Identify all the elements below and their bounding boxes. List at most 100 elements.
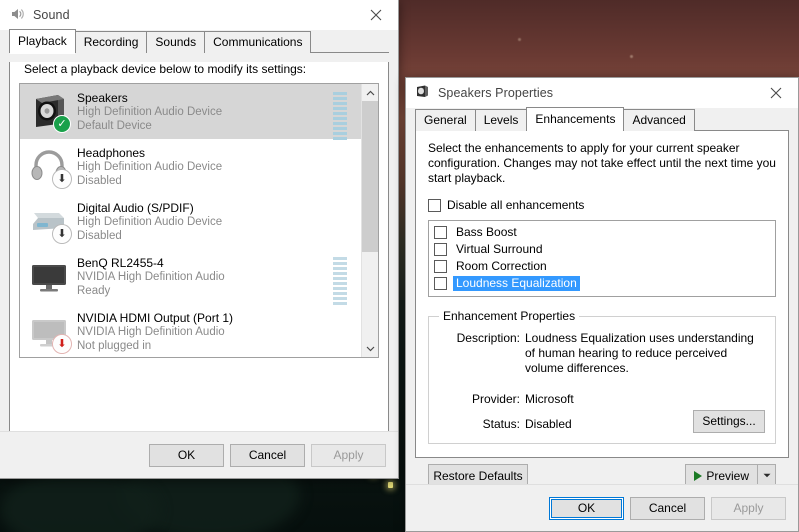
not-plugged-in-icon: ⬇ — [53, 335, 71, 353]
device-name: Headphones — [77, 146, 146, 160]
preview-label: Preview — [706, 468, 749, 483]
spdif-device-icon: ⬇ — [28, 200, 71, 243]
sound-ok-button[interactable]: OK — [149, 443, 224, 467]
scroll-down-icon[interactable] — [362, 340, 378, 357]
enhancement-item-room-correction[interactable]: Room Correction — [431, 258, 773, 275]
scrollbar-thumb[interactable] — [362, 101, 378, 252]
properties-cancel-button[interactable]: Cancel — [630, 496, 705, 520]
device-text: Digital Audio (S/PDIF) High Definition A… — [77, 200, 329, 243]
default-device-check-icon: ✓ — [53, 115, 71, 133]
speaker-device-icon: ✓ — [28, 90, 71, 133]
enhancement-label: Room Correction — [456, 259, 547, 273]
tab-general[interactable]: General — [415, 109, 476, 131]
sound-dialog-footer: OK Cancel Apply — [0, 431, 398, 478]
device-driver: High Definition Audio Device — [77, 161, 223, 173]
tab-communications[interactable]: Communications — [204, 31, 312, 53]
enhancement-item-virtual-surround[interactable]: Virtual Surround — [431, 241, 773, 258]
sound-titlebar: Sound — [0, 0, 398, 30]
device-name: Digital Audio (S/PDIF) — [77, 201, 194, 215]
device-status: Disabled — [77, 175, 122, 187]
headphones-device-icon: ⬇ — [28, 145, 71, 188]
enhancement-label: Virtual Surround — [456, 242, 543, 256]
tab-levels[interactable]: Levels — [474, 109, 528, 131]
device-status: Default Device — [77, 120, 152, 132]
sound-title: Sound — [33, 8, 70, 22]
loudness-equalization-checkbox[interactable] — [434, 277, 447, 290]
disabled-down-arrow-icon: ⬇ — [53, 170, 71, 188]
disable-all-enhancements-row[interactable]: Disable all enhancements — [428, 198, 776, 212]
device-text: Speakers High Definition Audio Device De… — [77, 90, 329, 133]
properties-ok-button[interactable]: OK — [549, 496, 624, 520]
tab-enhancements[interactable]: Enhancements — [526, 107, 625, 132]
volume-meter — [333, 257, 347, 305]
speakers-properties-dialog: Speakers Properties General Levels Enhan… — [405, 77, 799, 532]
settings-button[interactable]: Settings... — [693, 410, 765, 433]
device-row-headphones[interactable]: ⬇ Headphones High Definition Audio Devic… — [20, 139, 361, 194]
device-list-scrollbar[interactable] — [361, 84, 378, 357]
device-driver: High Definition Audio Device — [77, 106, 223, 118]
device-driver: NVIDIA High Definition Audio — [77, 271, 225, 283]
sound-cancel-button[interactable]: Cancel — [230, 443, 305, 467]
tab-sounds[interactable]: Sounds — [146, 31, 206, 53]
enhancement-label: Loudness Equalization — [453, 276, 580, 291]
sound-tab-panel: Select a playback device below to modify… — [9, 62, 389, 468]
status-value: Disabled — [525, 417, 572, 431]
chevron-down-icon[interactable] — [758, 465, 775, 486]
enhancement-item-bass-boost[interactable]: Bass Boost — [431, 224, 773, 241]
scroll-up-icon[interactable] — [362, 84, 378, 101]
device-status: Not plugged in — [77, 340, 152, 352]
disable-all-enhancements-checkbox[interactable] — [428, 198, 441, 212]
device-status: Ready — [77, 285, 111, 297]
device-row-benq-monitor[interactable]: BenQ RL2455-4 NVIDIA High Definition Aud… — [20, 249, 361, 305]
device-driver: NVIDIA High Definition Audio — [77, 326, 225, 338]
enhancements-listbox[interactable]: Bass Boost Virtual Surround Room Correct… — [428, 220, 776, 297]
provider-row: Provider: Microsoft — [439, 392, 765, 407]
status-row: Status: Disabled Settings... — [439, 410, 765, 433]
monitor-device-icon: ⬇ — [28, 310, 71, 353]
sound-dialog: Sound Playback Recording Sounds Communic… — [0, 0, 399, 479]
enhancements-content: Select the enhancements to apply for you… — [416, 131, 788, 452]
room-correction-checkbox[interactable] — [434, 260, 447, 273]
properties-tabstrip: General Levels Enhancements Advanced — [406, 107, 798, 132]
provider-label: Provider: — [471, 392, 520, 406]
disabled-down-arrow-icon: ⬇ — [53, 225, 71, 243]
properties-dialog-footer: OK Cancel Apply — [406, 484, 798, 531]
device-row-nvidia-hdmi[interactable]: ⬇ NVIDIA HDMI Output (Port 1) NVIDIA Hig… — [20, 304, 361, 357]
virtual-surround-checkbox[interactable] — [434, 243, 447, 256]
status-label: Status: — [482, 417, 520, 431]
enhancements-tab-panel: Select the enhancements to apply for you… — [415, 131, 789, 487]
device-row-speakers[interactable]: ✓ Speakers High Definition Audio Device … — [20, 84, 361, 140]
tab-recording[interactable]: Recording — [74, 31, 148, 53]
preview-button[interactable]: Preview — [686, 465, 757, 486]
speaker-icon — [9, 6, 25, 25]
device-name: Speakers — [77, 91, 128, 105]
star — [518, 38, 521, 41]
provider-value: Microsoft — [525, 392, 574, 406]
properties-titlebar: Speakers Properties — [406, 78, 798, 108]
close-icon[interactable] — [754, 78, 798, 108]
speaker-small-icon — [415, 84, 430, 102]
device-driver: High Definition Audio Device — [77, 216, 223, 228]
playback-device-list[interactable]: ✓ Speakers High Definition Audio Device … — [19, 83, 379, 358]
enhancements-action-row: Restore Defaults Preview — [416, 452, 788, 487]
street-lamp-light — [388, 482, 393, 488]
device-text: NVIDIA HDMI Output (Port 1) NVIDIA High … — [77, 310, 329, 353]
device-name: BenQ RL2455-4 — [77, 256, 164, 270]
monitor-device-icon — [28, 255, 70, 297]
device-name: NVIDIA HDMI Output (Port 1) — [77, 311, 234, 325]
bass-boost-checkbox[interactable] — [434, 226, 447, 239]
enhancement-item-loudness-equalization[interactable]: Loudness Equalization — [431, 275, 773, 292]
tab-advanced[interactable]: Advanced — [623, 109, 695, 131]
sound-tabstrip: Playback Recording Sounds Communications — [0, 29, 398, 54]
device-row-digital-audio[interactable]: ⬇ Digital Audio (S/PDIF) High Definition… — [20, 194, 361, 249]
device-status: Disabled — [77, 230, 122, 242]
disable-all-enhancements-label: Disable all enhancements — [447, 198, 585, 212]
sound-apply-button[interactable]: Apply — [311, 443, 386, 467]
tab-playback[interactable]: Playback — [9, 29, 76, 54]
close-icon[interactable] — [354, 0, 398, 30]
device-text: Headphones High Definition Audio Device … — [77, 145, 329, 188]
properties-apply-button[interactable]: Apply — [711, 496, 786, 520]
device-rows: ✓ Speakers High Definition Audio Device … — [20, 84, 361, 357]
scrollbar-track[interactable] — [362, 101, 378, 340]
description-row: Description: Loudness Equalization uses … — [439, 331, 765, 376]
